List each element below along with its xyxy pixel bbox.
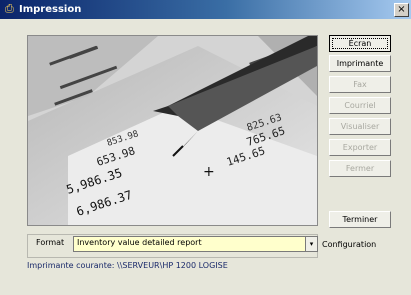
preview-button-label: Visualiser (340, 122, 380, 131)
close-button[interactable]: × (394, 3, 409, 17)
preview-button[interactable]: Visualiser (329, 118, 391, 135)
email-button[interactable]: Courriel (329, 97, 391, 114)
close-dialog-button[interactable]: Fermer (329, 160, 391, 177)
configuration-button[interactable]: Configuration (322, 240, 376, 249)
window-title: Impression (19, 4, 82, 15)
screen-button[interactable]: Écran (329, 35, 391, 52)
format-select[interactable]: Inventory value detailed report ▾ (73, 236, 318, 252)
screen-button-label: Écran (348, 39, 372, 48)
export-button-label: Exporter (342, 143, 378, 152)
printer-app-icon: ⎙ (5, 2, 14, 15)
title-bar: ⎙ Impression × (0, 0, 411, 19)
format-select-value: Inventory value detailed report (77, 238, 202, 247)
format-label: Format (36, 238, 65, 247)
photo-plus: + (203, 164, 215, 180)
export-button[interactable]: Exporter (329, 139, 391, 156)
photo-illustration: 653.98 853.98 5,986.35 6,986.37 145.65 7… (28, 36, 317, 225)
current-printer-status: Imprimante courante: \\SERVEUR\HP 1200 L… (27, 261, 228, 270)
fax-button-label: Fax (353, 80, 367, 89)
email-button-label: Courriel (344, 101, 376, 110)
printer-button-label: Imprimante (336, 59, 384, 68)
fax-button[interactable]: Fax (329, 76, 391, 93)
finish-button[interactable]: Terminer (329, 211, 391, 228)
close-dialog-button-label: Fermer (345, 164, 375, 173)
pen-and-numbers-photo: 653.98 853.98 5,986.35 6,986.37 145.65 7… (27, 35, 318, 226)
printer-button[interactable]: Imprimante (329, 55, 391, 72)
finish-button-label: Terminer (342, 215, 378, 224)
chevron-down-icon[interactable]: ▾ (305, 237, 317, 251)
